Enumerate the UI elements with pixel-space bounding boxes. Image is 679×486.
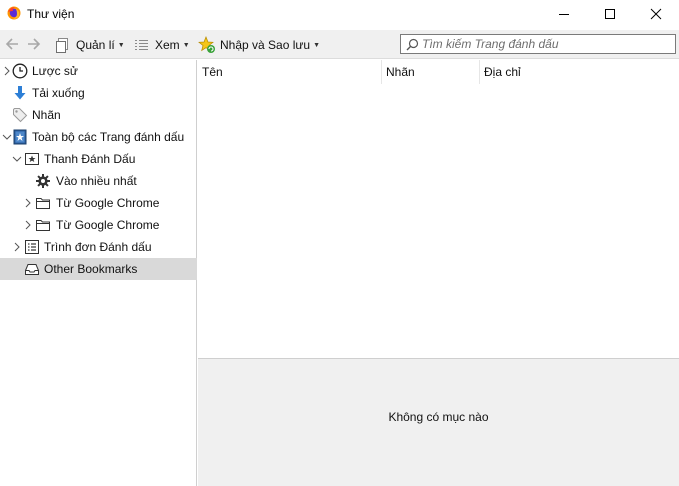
search-icon bbox=[406, 38, 419, 51]
views-label: Xem bbox=[155, 38, 180, 52]
minimize-button[interactable] bbox=[541, 0, 587, 28]
tree-item-folder[interactable]: Từ Google Chrome bbox=[0, 192, 197, 214]
minimize-icon bbox=[559, 14, 569, 15]
column-header-label: Tên bbox=[202, 65, 223, 79]
maximize-icon bbox=[605, 9, 615, 19]
chevron-right-icon[interactable] bbox=[23, 198, 33, 208]
chevron-down-icon[interactable] bbox=[2, 132, 12, 142]
title-bar: Thư viện bbox=[0, 0, 679, 28]
search-box[interactable] bbox=[400, 34, 676, 54]
tree-item-label: Tải xuống bbox=[32, 86, 85, 100]
folder-icon bbox=[35, 217, 51, 233]
firefox-logo-icon bbox=[7, 6, 21, 20]
chevron-down-icon[interactable] bbox=[12, 154, 22, 164]
import-star-icon bbox=[198, 36, 215, 53]
close-button[interactable] bbox=[633, 0, 679, 28]
caret-down-icon: ▼ bbox=[313, 41, 321, 49]
column-header-tags[interactable]: Nhãn bbox=[382, 60, 480, 84]
menu-list-icon bbox=[24, 239, 40, 255]
chevron-right-icon[interactable] bbox=[23, 220, 33, 230]
tree-item-tags[interactable]: Nhãn bbox=[0, 104, 197, 126]
tree-item-label: Trình đơn Đánh dấu bbox=[44, 240, 152, 254]
search-input[interactable] bbox=[422, 36, 672, 52]
import-backup-label: Nhập và Sao lưu bbox=[220, 38, 311, 52]
caret-down-icon: ▼ bbox=[117, 41, 125, 49]
organize-icon bbox=[56, 37, 68, 53]
download-arrow-icon bbox=[12, 85, 28, 101]
chevron-right-icon[interactable] bbox=[2, 66, 12, 76]
tree-item-downloads[interactable]: Tải xuống bbox=[0, 82, 197, 104]
organize-button[interactable]: Quản lí ▼ bbox=[54, 35, 125, 55]
column-header-label: Địa chỉ bbox=[484, 65, 521, 79]
tree-item-label: Thanh Đánh Dấu bbox=[44, 152, 136, 166]
organize-label: Quản lí bbox=[76, 38, 115, 52]
forward-arrow-icon bbox=[28, 38, 41, 50]
column-header-location[interactable]: Địa chỉ bbox=[480, 60, 679, 84]
gear-icon bbox=[35, 173, 51, 189]
column-header-name[interactable]: Tên bbox=[198, 60, 382, 84]
maximize-button[interactable] bbox=[587, 0, 633, 28]
chevron-right-icon[interactable] bbox=[12, 242, 22, 252]
star-toolbar-icon bbox=[24, 151, 40, 167]
tree-item-bookmarks-menu[interactable]: Trình đơn Đánh dấu bbox=[0, 236, 197, 258]
view-list-icon bbox=[135, 39, 148, 50]
import-backup-button[interactable]: Nhập và Sao lưu ▼ bbox=[198, 35, 320, 55]
tree-item-label: Nhãn bbox=[32, 108, 61, 122]
tree-item-label: Từ Google Chrome bbox=[56, 218, 160, 232]
details-pane: Không có mục nào bbox=[198, 358, 679, 486]
tree-item-history[interactable]: Lược sử bbox=[0, 60, 197, 82]
tree-item-most-visited[interactable]: Vào nhiều nhất bbox=[0, 170, 197, 192]
bookmark-list[interactable]: Tên Nhãn Địa chỉ bbox=[198, 60, 679, 358]
tree-item-folder[interactable]: Từ Google Chrome bbox=[0, 214, 197, 236]
clock-icon bbox=[12, 63, 28, 79]
empty-message: Không có mục nào bbox=[388, 410, 489, 424]
window-title: Thư viện bbox=[27, 7, 75, 21]
tree-item-all-bookmarks[interactable]: Toàn bộ các Trang đánh dấu bbox=[0, 126, 197, 148]
tree-item-label: Từ Google Chrome bbox=[56, 196, 160, 210]
tree-item-label: Other Bookmarks bbox=[44, 262, 138, 276]
tree-item-label: Vào nhiều nhất bbox=[56, 174, 137, 188]
caret-down-icon: ▼ bbox=[182, 41, 190, 49]
views-button[interactable]: Xem ▼ bbox=[133, 35, 190, 55]
back-button[interactable] bbox=[3, 35, 23, 53]
tree-item-label: Toàn bộ các Trang đánh dấu bbox=[32, 130, 185, 144]
back-arrow-icon bbox=[5, 38, 18, 50]
sidebar-tree: Lược sử Tải xuống Nhãn Toàn bộ các Trang… bbox=[0, 60, 197, 486]
tray-icon bbox=[24, 261, 40, 277]
forward-button[interactable] bbox=[25, 35, 45, 53]
folder-icon bbox=[35, 195, 51, 211]
bookmarks-book-icon bbox=[12, 129, 28, 145]
tree-item-label: Lược sử bbox=[32, 64, 78, 78]
tree-item-other-bookmarks[interactable]: Other Bookmarks bbox=[0, 258, 197, 280]
close-icon bbox=[650, 8, 662, 20]
column-header-label: Nhãn bbox=[386, 65, 415, 79]
tree-item-bookmarks-toolbar[interactable]: Thanh Đánh Dấu bbox=[0, 148, 197, 170]
tag-icon bbox=[12, 107, 28, 123]
